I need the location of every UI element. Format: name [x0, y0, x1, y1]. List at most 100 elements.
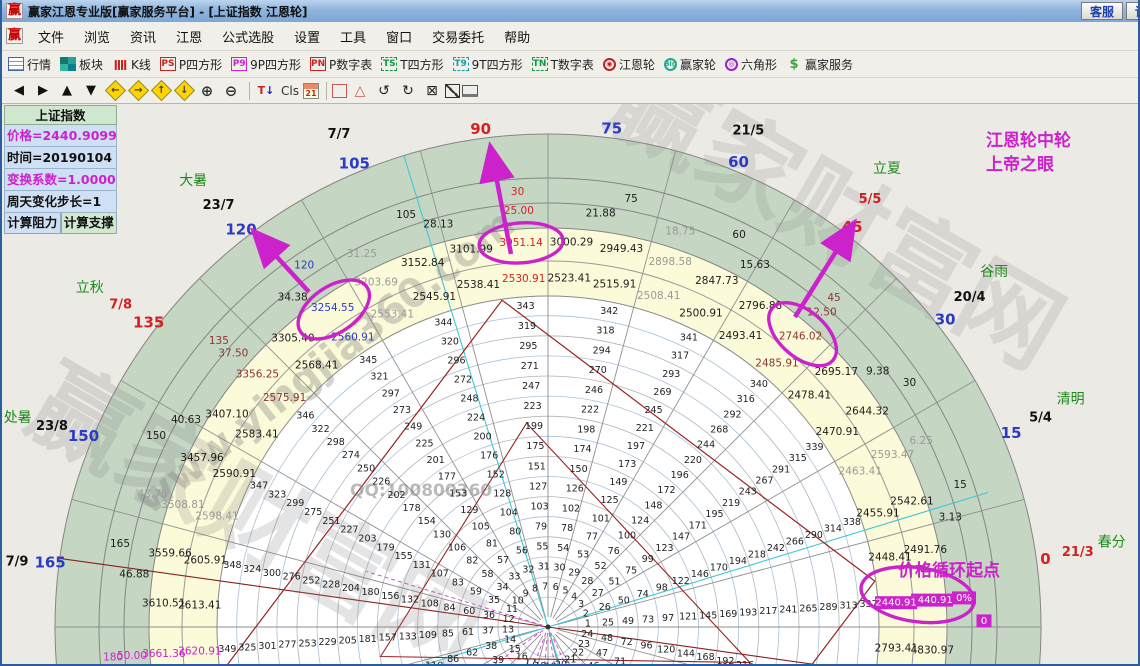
- svg-text:58: 58: [481, 569, 493, 580]
- screen-icon[interactable]: [462, 85, 478, 97]
- svg-text:172: 172: [657, 485, 675, 496]
- svg-text:21/3: 21/3: [1062, 545, 1094, 560]
- svg-text:277: 277: [278, 640, 296, 651]
- toolbar-p-table[interactable]: PNP数字表: [310, 56, 372, 73]
- toolbar-winner-wheel[interactable]: Big赢家轮: [664, 56, 716, 73]
- pointer-up-icon[interactable]: ▲: [56, 81, 78, 101]
- svg-text:28: 28: [581, 576, 593, 587]
- svg-text:25.00: 25.00: [504, 205, 534, 217]
- svg-text:33: 33: [508, 572, 520, 583]
- clear-button[interactable]: Cls: [279, 81, 301, 101]
- nav-prev-icon[interactable]: ◀: [8, 81, 30, 101]
- rotate-ccw-icon[interactable]: ↺: [373, 81, 395, 101]
- svg-text:2515.91: 2515.91: [593, 278, 636, 290]
- menu-资讯[interactable]: 资讯: [120, 24, 166, 49]
- drawing-toolbar: ◀▶▲▼←→↑↓⊕⊖ T↓Cls21 △↺↻⊠: [2, 78, 1138, 104]
- hexagon-icon: ◎: [725, 58, 738, 71]
- toolbar-hexagon[interactable]: ◎六角形: [725, 56, 777, 73]
- shift-up-icon[interactable]: ↑: [151, 80, 172, 101]
- menu-设置[interactable]: 设置: [284, 24, 330, 49]
- scale-icon[interactable]: [445, 84, 460, 98]
- zoom-in-icon[interactable]: ⊕: [196, 81, 218, 101]
- calendar-icon[interactable]: 21: [303, 83, 319, 99]
- param-row-0: 价格=2440.9099: [4, 125, 117, 147]
- svg-text:76: 76: [608, 546, 620, 557]
- svg-text:7: 7: [542, 582, 548, 593]
- menu-帮助[interactable]: 帮助: [494, 24, 540, 49]
- 9p-square-icon: P9: [231, 57, 247, 71]
- toolbar-9t-square[interactable]: T99T四方形: [453, 56, 523, 73]
- svg-text:152: 152: [487, 470, 505, 481]
- svg-text:5/4: 5/4: [1029, 411, 1052, 426]
- svg-text:21.88: 21.88: [586, 207, 616, 219]
- toolbar-sectors[interactable]: 板块: [60, 56, 103, 73]
- menu-公式选股[interactable]: 公式选股: [212, 24, 284, 49]
- svg-text:2590.91: 2590.91: [213, 468, 256, 480]
- zoom-out-icon[interactable]: ⊖: [220, 81, 242, 101]
- partial-edge-button[interactable]: 论: [1126, 2, 1140, 20]
- t-table-icon: TN: [532, 57, 548, 71]
- shift-down-icon[interactable]: ↓: [174, 80, 195, 101]
- toolbar-quotes[interactable]: 行情: [8, 56, 51, 73]
- svg-text:290: 290: [805, 530, 823, 541]
- toolbar-t-table[interactable]: TNT数字表: [532, 56, 594, 73]
- svg-text:4: 4: [571, 591, 577, 602]
- svg-text:23/7: 23/7: [203, 198, 235, 213]
- menu-江恩[interactable]: 江恩: [166, 24, 212, 49]
- svg-text:243: 243: [739, 487, 757, 498]
- svg-text:135: 135: [209, 335, 229, 347]
- svg-text:2598.41: 2598.41: [195, 510, 238, 522]
- svg-text:344: 344: [434, 318, 452, 329]
- draw-square-icon[interactable]: [332, 84, 347, 98]
- svg-text:153: 153: [449, 488, 467, 499]
- svg-text:2644.32: 2644.32: [845, 406, 888, 418]
- svg-text:219: 219: [722, 498, 740, 509]
- shift-right-icon[interactable]: →: [128, 80, 149, 101]
- toolbar-gann-wheel[interactable]: ◉江恩轮: [603, 56, 655, 73]
- svg-text:62: 62: [466, 648, 478, 659]
- draw-triangle-icon[interactable]: △: [349, 81, 371, 101]
- svg-text:处暑: 处暑: [4, 410, 32, 426]
- svg-text:31: 31: [538, 562, 550, 573]
- svg-text:5: 5: [562, 586, 568, 597]
- toolbar-t-square[interactable]: TST四方形: [381, 56, 443, 73]
- menu-工具[interactable]: 工具: [330, 24, 376, 49]
- menu-窗口[interactable]: 窗口: [376, 24, 422, 49]
- 9p-square-label: 9P四方形: [250, 56, 301, 73]
- svg-text:274: 274: [342, 450, 360, 461]
- svg-text:46.88: 46.88: [119, 568, 149, 580]
- rotate-cw-icon[interactable]: ↻: [397, 81, 419, 101]
- svg-text:71: 71: [614, 657, 626, 666]
- shift-left-icon[interactable]: ←: [105, 80, 126, 101]
- nav-next-icon[interactable]: ▶: [32, 81, 54, 101]
- svg-text:75: 75: [601, 120, 622, 138]
- calc-support-button[interactable]: 计算支撑: [61, 213, 118, 234]
- svg-text:28.13: 28.13: [423, 219, 453, 231]
- close-box-icon[interactable]: ⊠: [421, 81, 443, 101]
- winner-wheel-icon: Big: [664, 58, 677, 71]
- menu-浏览[interactable]: 浏览: [74, 24, 120, 49]
- svg-text:178: 178: [403, 503, 421, 514]
- svg-text:295: 295: [519, 341, 537, 352]
- toolbar-kline[interactable]: ǁǁK线: [112, 56, 151, 73]
- parameter-panel: 上证指数 价格=2440.9099时间=20190104变换系数=1.00000…: [4, 105, 117, 234]
- svg-text:180: 180: [362, 587, 380, 598]
- svg-text:26: 26: [599, 602, 611, 613]
- svg-text:132: 132: [401, 595, 419, 606]
- price-axis-icon[interactable]: T↓: [255, 81, 277, 101]
- svg-text:32: 32: [522, 565, 534, 576]
- svg-text:267: 267: [755, 476, 773, 487]
- toolbar-winner-service[interactable]: $赢家服务: [786, 56, 853, 73]
- toolbar-p-square[interactable]: PSP四方形: [160, 56, 222, 73]
- customer-service-button[interactable]: 客服: [1081, 2, 1123, 20]
- svg-text:205: 205: [339, 636, 357, 647]
- svg-text:60: 60: [732, 229, 745, 241]
- svg-text:96: 96: [640, 641, 652, 652]
- toolbar-9p-square[interactable]: P99P四方形: [231, 56, 301, 73]
- pointer-down-icon[interactable]: ▼: [80, 81, 102, 101]
- menu-文件[interactable]: 文件: [28, 24, 74, 49]
- svg-text:20/4: 20/4: [954, 290, 986, 305]
- menu-交易委托[interactable]: 交易委托: [422, 24, 494, 49]
- calc-resistance-button[interactable]: 计算阻力: [4, 213, 61, 234]
- app-window: 赢 赢家江恩专业版[赢家服务平台] - [上证指数 江恩轮] 客服 论 赢 文件…: [0, 0, 1140, 666]
